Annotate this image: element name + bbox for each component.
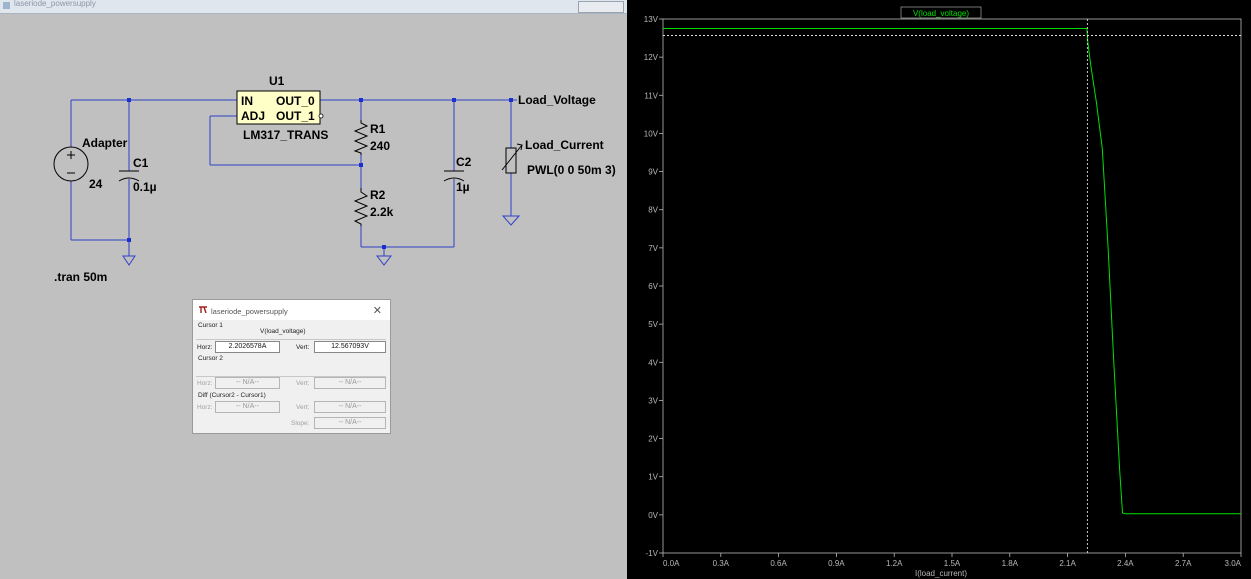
y-tick-label: 1V — [648, 473, 658, 482]
cursor1-horz-label: Horz: — [197, 344, 213, 351]
cursor1-label: Cursor 1 — [198, 322, 223, 329]
y-tick-label: 2V — [648, 435, 658, 444]
tran-directive[interactable]: .tran 50m — [54, 270, 107, 284]
cursor-dialog-titlebar[interactable]: laseriode_powersupply ✕ — [193, 300, 390, 320]
r1-resistor-symbol — [353, 120, 369, 155]
cursor2-horz-field: -- N/A-- — [215, 377, 280, 389]
r2-value-label: 2.2k — [370, 205, 394, 219]
u1-pin-out1: OUT_1 — [276, 109, 315, 123]
y-tick-label: 0V — [648, 511, 658, 520]
r1-value-label: 240 — [370, 139, 390, 153]
load-current-source-symbol — [501, 143, 523, 174]
u1-pin-in: IN — [241, 94, 253, 108]
diff-slope-field: -- N/A-- — [314, 417, 386, 429]
r2-name-label: R2 — [370, 188, 386, 202]
u1-name-label: U1 — [269, 74, 285, 88]
y-tick-label: -1V — [646, 549, 659, 558]
y-tick-label: 12V — [644, 53, 659, 62]
y-tick-label: 9V — [648, 168, 658, 177]
y-tick-label: 13V — [644, 15, 659, 24]
window-buttons[interactable] — [578, 1, 624, 13]
y-tick-label: 4V — [648, 358, 658, 367]
x-tick-label: 1.2A — [886, 559, 903, 568]
cursor1-group: Cursor 1 V(load_voltage) — [196, 321, 386, 340]
x-tick-label: 0.0A — [663, 559, 680, 568]
x-tick-label: 1.8A — [1002, 559, 1019, 568]
x-axis-label: I(load_current) — [915, 569, 967, 578]
diff-slope-label: Slope: — [291, 420, 310, 427]
cursor1-horz-field[interactable]: 2.2026578A — [215, 341, 280, 353]
x-tick-label: 0.9A — [828, 559, 845, 568]
cursor1-vert-field[interactable]: 12.567093V — [314, 341, 386, 353]
x-tick-label: 1.5A — [944, 559, 961, 568]
cursor2-group: Cursor 2 — [196, 354, 386, 377]
x-tick-label: 0.6A — [770, 559, 787, 568]
c1-name-label: C1 — [133, 156, 149, 170]
cursor1-vert-label: Vert: — [296, 344, 310, 351]
y-tick-label: 6V — [648, 282, 658, 291]
diff-vert-label: Vert: — [296, 404, 310, 411]
c1-value-label: 0.1µ — [133, 180, 157, 194]
load-current-name-label: Load_Current — [525, 138, 604, 152]
y-tick-label: 5V — [648, 320, 658, 329]
x-tick-label: 2.1A — [1059, 559, 1076, 568]
x-tick-label: 0.3A — [713, 559, 730, 568]
close-icon[interactable]: ✕ — [373, 304, 382, 317]
schematic-window-title: laseriode_powersupply — [14, 0, 96, 8]
cursor-dialog-title: laseriode_powersupply — [211, 307, 288, 316]
adapter-voltage-source-symbol — [53, 146, 89, 182]
y-tick-label: 10V — [644, 129, 659, 138]
y-tick-label: 7V — [648, 244, 658, 253]
u1-pin-out0: OUT_0 — [276, 94, 315, 108]
x-tick-label: 3.0A — [1225, 559, 1242, 568]
diff-horz-field: -- N/A-- — [215, 401, 280, 413]
diff-label: Diff (Cursor2 - Cursor1) — [198, 392, 266, 399]
c2-name-label: C2 — [456, 155, 472, 169]
u1-pin-adj: ADJ — [241, 109, 265, 123]
schematic-titlebar: laseriode_powersupply — [0, 0, 627, 14]
load-voltage-net-label: Load_Voltage — [518, 93, 596, 107]
adapter-name-label: Adapter — [82, 136, 128, 150]
ltspice-app-icon — [199, 306, 207, 314]
waveform-window[interactable]: -1V 0V 1V 2V 3V 4V 5V 6V 7V 8V 9V 10V 11V 12V 13V 0.0A… — [627, 0, 1251, 579]
y-tick-label: 8V — [648, 206, 658, 215]
diff-vert-field: -- N/A-- — [314, 401, 386, 413]
cursor-dialog: laseriode_powersupply ✕ Cursor 1 V(load_… — [192, 299, 391, 434]
trace-legend-label[interactable]: V(load_voltage) — [913, 9, 969, 18]
cursor2-vert-field: -- N/A-- — [314, 377, 386, 389]
app-icon — [3, 2, 10, 9]
ground-symbols — [122, 213, 521, 266]
cursor2-vert-label: Vert: — [296, 380, 310, 387]
x-tick-label: 2.4A — [1117, 559, 1134, 568]
adapter-value-label: 24 — [89, 177, 103, 191]
load-current-value-label: PWL(0 0 50m 3) — [527, 163, 616, 177]
r1-name-label: R1 — [370, 122, 386, 136]
y-tick-label: 3V — [648, 396, 658, 405]
cursor1-trace-label: V(load_voltage) — [260, 328, 306, 335]
y-tick-label: 11V — [644, 91, 658, 100]
cursor2-horz-label: Horz: — [197, 380, 213, 387]
schematic-canvas[interactable]: U1 IN ADJ OUT_0 OUT_1 LM317_TRANS Adapte… — [7, 13, 627, 579]
x-tick-label: 2.7A — [1175, 559, 1192, 568]
u1-model-label: LM317_TRANS — [243, 128, 328, 142]
diff-group: Diff (Cursor2 - Cursor1) — [196, 391, 386, 401]
diff-horz-label: Horz: — [197, 404, 213, 411]
cursor2-label: Cursor 2 — [198, 355, 223, 362]
waveform-plot[interactable]: -1V 0V 1V 2V 3V 4V 5V 6V 7V 8V 9V 10V 11V 12V 13V 0.0A… — [627, 0, 1251, 579]
r2-resistor-symbol — [353, 188, 369, 226]
c2-value-label: 1µ — [456, 180, 470, 194]
schematic-window: laseriode_powersupply U1 IN ADJ OUT_0 OU… — [0, 0, 627, 579]
